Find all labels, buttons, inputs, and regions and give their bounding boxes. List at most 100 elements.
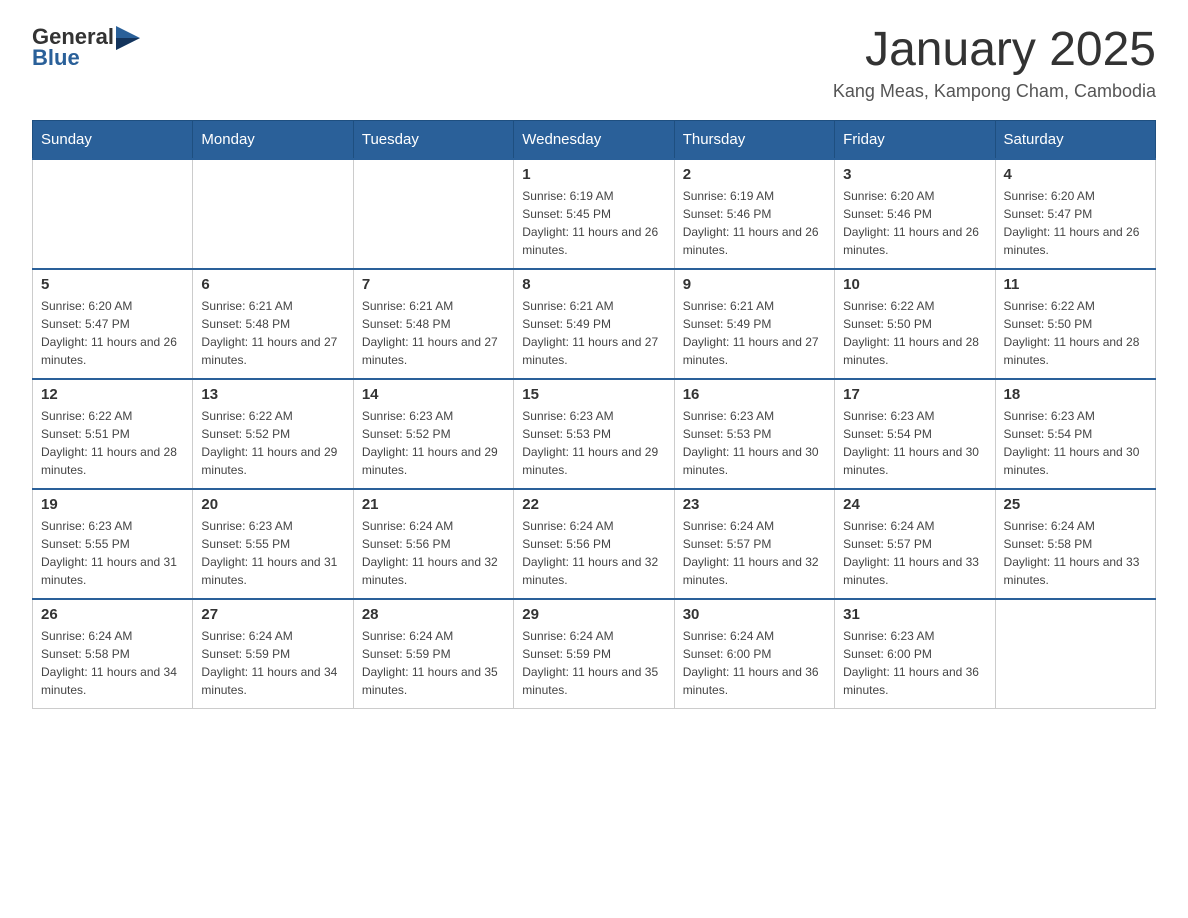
- day-info: Sunrise: 6:19 AMSunset: 5:46 PMDaylight:…: [683, 187, 826, 259]
- page-title: January 2025: [833, 24, 1156, 77]
- calendar-cell: 3 Sunrise: 6:20 AMSunset: 5:46 PMDaylight…: [835, 159, 995, 269]
- calendar-cell: [353, 159, 513, 269]
- day-number: 9: [683, 276, 826, 293]
- calendar-cell: 25 Sunrise: 6:24 AMSunset: 5:58 PMDayligh…: [995, 489, 1155, 599]
- day-info: Sunrise: 6:24 AMSunset: 5:59 PMDaylight:…: [522, 627, 665, 699]
- day-number: 4: [1004, 166, 1147, 183]
- calendar-cell: 23 Sunrise: 6:24 AMSunset: 5:57 PMDayligh…: [674, 489, 834, 599]
- day-info: Sunrise: 6:20 AMSunset: 5:47 PMDaylight:…: [41, 297, 184, 369]
- day-info: Sunrise: 6:22 AMSunset: 5:51 PMDaylight:…: [41, 407, 184, 479]
- calendar-cell: [193, 159, 353, 269]
- calendar-cell: 27 Sunrise: 6:24 AMSunset: 5:59 PMDayligh…: [193, 599, 353, 709]
- day-number: 19: [41, 496, 184, 513]
- calendar-cell: 9Sunrise: 6:21 AMSunset: 5:49 PMDaylight…: [674, 269, 834, 379]
- day-info: Sunrise: 6:20 AMSunset: 5:47 PMDaylight:…: [1004, 187, 1147, 259]
- calendar-cell: 14Sunrise: 6:23 AMSunset: 5:52 PMDayligh…: [353, 379, 513, 489]
- calendar-cell: 20 Sunrise: 6:23 AMSunset: 5:55 PMDayligh…: [193, 489, 353, 599]
- calendar-cell: 15 Sunrise: 6:23 AMSunset: 5:53 PMDayligh…: [514, 379, 674, 489]
- day-number: 6: [201, 276, 344, 293]
- calendar-cell: 17Sunrise: 6:23 AMSunset: 5:54 PMDayligh…: [835, 379, 995, 489]
- day-number: 2: [683, 166, 826, 183]
- day-number: 7: [362, 276, 505, 293]
- day-number: 13: [201, 386, 344, 403]
- day-number: 24: [843, 496, 986, 513]
- day-number: 5: [41, 276, 184, 293]
- calendar-cell: 19 Sunrise: 6:23 AMSunset: 5:55 PMDayligh…: [33, 489, 193, 599]
- week-row-4: 19 Sunrise: 6:23 AMSunset: 5:55 PMDayligh…: [33, 489, 1156, 599]
- weekday-header-sunday: Sunday: [33, 120, 193, 159]
- day-info: Sunrise: 6:24 AMSunset: 5:58 PMDaylight:…: [41, 627, 184, 699]
- day-number: 3: [843, 166, 986, 183]
- calendar-cell: 30 Sunrise: 6:24 AMSunset: 6:00 PMDayligh…: [674, 599, 834, 709]
- day-info: Sunrise: 6:23 AMSunset: 6:00 PMDaylight:…: [843, 627, 986, 699]
- calendar-cell: [995, 599, 1155, 709]
- calendar-cell: 21Sunrise: 6:24 AMSunset: 5:56 PMDayligh…: [353, 489, 513, 599]
- day-info: Sunrise: 6:24 AMSunset: 5:59 PMDaylight:…: [201, 627, 344, 699]
- weekday-header-wednesday: Wednesday: [514, 120, 674, 159]
- calendar-cell: 5 Sunrise: 6:20 AMSunset: 5:47 PMDaylight…: [33, 269, 193, 379]
- day-number: 12: [41, 386, 184, 403]
- calendar-cell: 24 Sunrise: 6:24 AMSunset: 5:57 PMDayligh…: [835, 489, 995, 599]
- day-info: Sunrise: 6:24 AMSunset: 6:00 PMDaylight:…: [683, 627, 826, 699]
- calendar-cell: 28 Sunrise: 6:24 AMSunset: 5:59 PMDayligh…: [353, 599, 513, 709]
- calendar-cell: 12 Sunrise: 6:22 AMSunset: 5:51 PMDayligh…: [33, 379, 193, 489]
- day-number: 15: [522, 386, 665, 403]
- day-number: 20: [201, 496, 344, 513]
- day-info: Sunrise: 6:21 AMSunset: 5:48 PMDaylight:…: [362, 297, 505, 369]
- day-number: 8: [522, 276, 665, 293]
- day-info: Sunrise: 6:23 AMSunset: 5:55 PMDaylight:…: [201, 517, 344, 589]
- weekday-header-tuesday: Tuesday: [353, 120, 513, 159]
- calendar-cell: 11Sunrise: 6:22 AMSunset: 5:50 PMDayligh…: [995, 269, 1155, 379]
- calendar-cell: 4 Sunrise: 6:20 AMSunset: 5:47 PMDaylight…: [995, 159, 1155, 269]
- day-number: 29: [522, 606, 665, 623]
- day-number: 26: [41, 606, 184, 623]
- day-info: Sunrise: 6:24 AMSunset: 5:56 PMDaylight:…: [362, 517, 505, 589]
- calendar-cell: 7 Sunrise: 6:21 AMSunset: 5:48 PMDaylight…: [353, 269, 513, 379]
- calendar-cell: 13Sunrise: 6:22 AMSunset: 5:52 PMDayligh…: [193, 379, 353, 489]
- weekday-header-thursday: Thursday: [674, 120, 834, 159]
- day-info: Sunrise: 6:24 AMSunset: 5:56 PMDaylight:…: [522, 517, 665, 589]
- day-number: 25: [1004, 496, 1147, 513]
- week-row-5: 26 Sunrise: 6:24 AMSunset: 5:58 PMDayligh…: [33, 599, 1156, 709]
- calendar-cell: 6 Sunrise: 6:21 AMSunset: 5:48 PMDaylight…: [193, 269, 353, 379]
- day-number: 1: [522, 166, 665, 183]
- calendar-cell: 29 Sunrise: 6:24 AMSunset: 5:59 PMDayligh…: [514, 599, 674, 709]
- calendar-cell: 16 Sunrise: 6:23 AMSunset: 5:53 PMDayligh…: [674, 379, 834, 489]
- day-number: 17: [843, 386, 986, 403]
- day-number: 28: [362, 606, 505, 623]
- day-info: Sunrise: 6:22 AMSunset: 5:50 PMDaylight:…: [843, 297, 986, 369]
- day-info: Sunrise: 6:21 AMSunset: 5:48 PMDaylight:…: [201, 297, 344, 369]
- calendar-table: SundayMondayTuesdayWednesdayThursdayFrid…: [32, 120, 1156, 710]
- day-number: 30: [683, 606, 826, 623]
- calendar-cell: 26 Sunrise: 6:24 AMSunset: 5:58 PMDayligh…: [33, 599, 193, 709]
- day-number: 27: [201, 606, 344, 623]
- day-info: Sunrise: 6:24 AMSunset: 5:59 PMDaylight:…: [362, 627, 505, 699]
- calendar-cell: 10 Sunrise: 6:22 AMSunset: 5:50 PMDayligh…: [835, 269, 995, 379]
- day-number: 10: [843, 276, 986, 293]
- week-row-1: 1Sunrise: 6:19 AMSunset: 5:45 PMDaylight…: [33, 159, 1156, 269]
- week-row-3: 12 Sunrise: 6:22 AMSunset: 5:51 PMDayligh…: [33, 379, 1156, 489]
- day-info: Sunrise: 6:20 AMSunset: 5:46 PMDaylight:…: [843, 187, 986, 259]
- day-number: 22: [522, 496, 665, 513]
- day-info: Sunrise: 6:21 AMSunset: 5:49 PMDaylight:…: [522, 297, 665, 369]
- day-number: 18: [1004, 386, 1147, 403]
- calendar-cell: [33, 159, 193, 269]
- day-info: Sunrise: 6:24 AMSunset: 5:57 PMDaylight:…: [683, 517, 826, 589]
- title-area: January 2025 Kang Meas, Kampong Cham, Ca…: [833, 24, 1156, 102]
- calendar-cell: 22 Sunrise: 6:24 AMSunset: 5:56 PMDayligh…: [514, 489, 674, 599]
- week-row-2: 5 Sunrise: 6:20 AMSunset: 5:47 PMDaylight…: [33, 269, 1156, 379]
- day-info: Sunrise: 6:23 AMSunset: 5:53 PMDaylight:…: [683, 407, 826, 479]
- weekday-header-friday: Friday: [835, 120, 995, 159]
- calendar-cell: 18Sunrise: 6:23 AMSunset: 5:54 PMDayligh…: [995, 379, 1155, 489]
- logo-triangle-icon: [116, 26, 140, 50]
- calendar-cell: 31Sunrise: 6:23 AMSunset: 6:00 PMDayligh…: [835, 599, 995, 709]
- day-number: 23: [683, 496, 826, 513]
- day-info: Sunrise: 6:23 AMSunset: 5:55 PMDaylight:…: [41, 517, 184, 589]
- day-info: Sunrise: 6:23 AMSunset: 5:53 PMDaylight:…: [522, 407, 665, 479]
- calendar-cell: 8 Sunrise: 6:21 AMSunset: 5:49 PMDaylight…: [514, 269, 674, 379]
- day-number: 16: [683, 386, 826, 403]
- logo-blue: Blue: [32, 46, 80, 70]
- day-info: Sunrise: 6:24 AMSunset: 5:58 PMDaylight:…: [1004, 517, 1147, 589]
- header: General Blue January 2025 Kang Meas, Kam…: [32, 24, 1156, 102]
- day-info: Sunrise: 6:24 AMSunset: 5:57 PMDaylight:…: [843, 517, 986, 589]
